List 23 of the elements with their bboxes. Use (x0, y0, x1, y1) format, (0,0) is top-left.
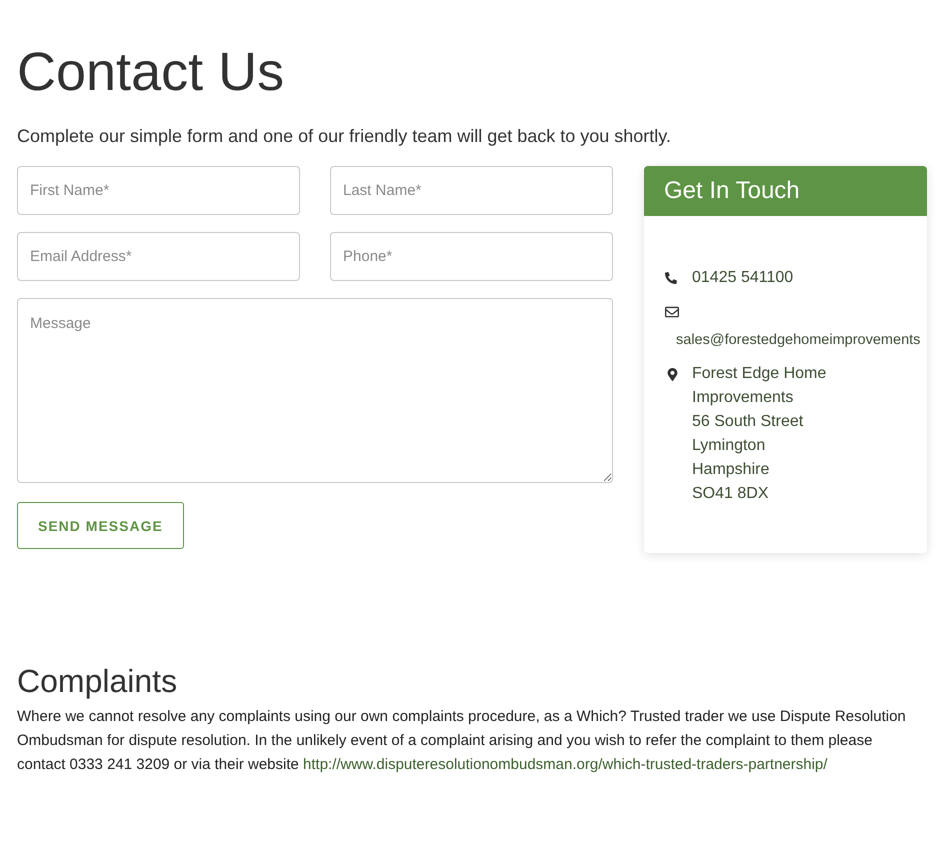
ombudsman-link[interactable]: http://www.disputeresolutionombudsman.org/which-trusted-traders-partnership/ (303, 756, 828, 773)
message-textarea[interactable]: Message (17, 298, 613, 483)
address-line: SO41 8DX (692, 484, 770, 504)
phone-icon (665, 272, 677, 284)
envelope-icon (665, 305, 679, 319)
text-input-field[interactable]: Phone* (330, 232, 613, 281)
send-message-button[interactable]: SEND MESSAGE (17, 502, 184, 549)
phone-number[interactable]: 01425 541100 (692, 266, 794, 290)
address-line: Improvements (692, 388, 794, 408)
complaints-paragraph: Where we cannot resolve any complaints using our own complaints procedure, as a Which? Trusted trader we use Dispute Resolution Ombudsman for dispute resolution. In the unlikely event of a complaint arising and you wish to refer the complaint to them please contact 0333 241 3209 or via their website http://www.disputeresolutionombudsman.org/which-trusted-traders-partnership/ (17, 707, 907, 775)
text-input-field[interactable]: First Name* (17, 166, 300, 215)
address-line: 56 South Street (692, 412, 804, 432)
text-input-field[interactable]: Last Name* (330, 166, 613, 215)
complaints-heading: Complaints (17, 662, 178, 701)
page-subtitle: Complete our simple form and one of our friendly team will get back to you shortly. (17, 125, 671, 148)
card-title: Get In Touch (644, 166, 927, 216)
email-address[interactable]: sales@forestedgehomeimprovements (676, 328, 920, 352)
map-pin-icon (666, 368, 679, 380)
text-input-field[interactable]: Email Address* (17, 232, 300, 281)
page-title: Contact Us (17, 41, 284, 104)
address-line: Forest Edge Home (692, 364, 826, 384)
address-line: Hampshire (692, 460, 770, 480)
address-line: Lymington (692, 436, 766, 456)
